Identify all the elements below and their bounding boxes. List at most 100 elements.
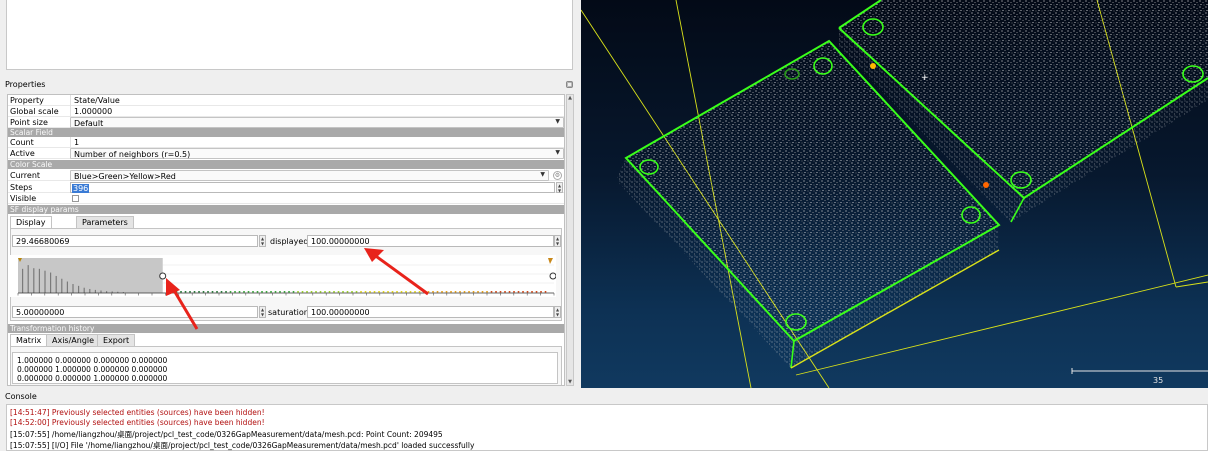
point-size-select[interactable]: Default ▼ [70,117,564,128]
displayed-input[interactable]: 100.00000000 [307,235,554,247]
scroll-down-icon[interactable]: ▼ [567,379,573,385]
matrix-row: 0.000000 1.000000 0.000000 0.000000 [17,365,168,374]
properties-title: Properties [5,80,46,89]
section-sf-display: SF display params [8,205,564,214]
active-sf-value: Number of neighbors (r=0.5) [74,150,191,159]
colorbar-dot [337,291,340,293]
visible-checkbox[interactable] [72,195,79,202]
colorbar-dot [328,291,331,293]
colorbar-dot [198,291,200,293]
max-marker-icon[interactable] [548,258,553,264]
table-row: Point size Default ▼ [8,117,564,128]
histogram-bar [66,281,68,293]
colorbar-dot [229,291,232,293]
colorbar-dot [189,291,191,293]
sf-histogram[interactable] [10,255,556,297]
colorbar-dot [175,291,178,293]
colorbar-dot [351,291,353,293]
log-line: [14:51:47] Previously selected entities … [10,408,265,417]
colorbar-dot [306,291,308,293]
chevron-down-icon: ▼ [555,149,560,156]
colorbar-dot [234,291,236,293]
scroll-up-icon[interactable]: ▲ [567,95,573,101]
colorbar-dot [288,291,290,293]
log-line: [14:52:00] Previously selected entities … [10,418,265,427]
histogram-bar [72,284,74,293]
scale-bar [1071,368,1208,374]
steps-spinner[interactable]: ▲ ▼ [556,182,563,193]
color-scale-select[interactable]: Blue>Green>Yellow>Red ▼ [70,170,549,181]
colorbar-dot [418,291,421,293]
colorbar-dot [180,291,182,293]
histogram-bar [89,288,91,293]
histogram-bar [33,268,35,293]
tab-matrix[interactable]: Matrix [10,334,48,346]
colorbar-dot [477,291,479,293]
active-sf-select[interactable]: Number of neighbors (r=0.5) ▼ [70,148,564,159]
steps-value: 396 [72,184,90,193]
range-min-input[interactable]: 29.46680069 [12,235,258,247]
colorbar-dot [436,291,439,293]
global-scale-value[interactable]: 1.000000 [70,106,564,117]
console-title: Console [5,392,37,401]
histogram-bar [61,278,63,293]
colorbar-dot [499,291,502,293]
colorbar-dot [193,291,196,293]
table-header: Property State/Value [8,95,564,106]
table-row: Active Number of neighbors (r=0.5) ▼ [8,148,564,159]
matrix-text: 1.000000 0.000000 0.000000 0.000000 0.00… [12,352,558,384]
colorbar-dot [396,291,398,293]
db-tree[interactable] [6,0,573,70]
colorbar-dot [166,291,169,293]
colorbar-dot [319,291,322,293]
colorbar-dot [207,291,209,293]
visible-label: Visible [10,194,37,203]
colorbar-dot [526,291,529,293]
colorbar-dot [369,291,371,293]
colorbar-dot [265,291,268,293]
colorbar-dot [283,291,286,293]
3d-view[interactable]: 35 + [581,0,1208,388]
histogram-bar [38,268,40,293]
hotspot [870,63,876,69]
table-row: Visible [8,193,564,204]
range-min-spinner[interactable]: ▲ ▼ [259,235,266,247]
histogram-bar [55,275,57,293]
colorbar-dot [432,291,434,293]
range-handle[interactable] [159,272,167,280]
tab-export[interactable]: Export [97,334,136,346]
colorbar-dot [454,291,457,293]
colorbar-dot [508,291,511,293]
table-row: Steps 396 ▲ ▼ [8,182,564,193]
tab-parameters[interactable]: Parameters [76,216,134,228]
gear-icon[interactable]: ⚙ [553,171,562,180]
displayed-spinner[interactable]: ▲ ▼ [554,235,561,247]
colorbar-dot [423,291,425,293]
colorbar-dot [270,291,272,293]
saturation-min-input[interactable]: 5.00000000 [12,306,258,318]
table-row: Current Blue>Green>Yellow>Red ▼ ⚙ [8,170,564,181]
colorbar-dot [261,291,263,293]
chevron-down-icon: ▼ [555,118,560,125]
colorbar-dot [252,291,254,293]
saturation-spinner[interactable]: ▲ ▼ [554,306,561,318]
colorbar-dot [495,291,497,293]
console-log[interactable]: [14:51:47] Previously selected entities … [6,404,1208,451]
colorbar-dot [522,291,524,293]
colorbar-dot [247,291,250,293]
steps-input[interactable]: 396 [70,182,555,193]
colorbar-dot [324,291,326,293]
tab-axis-angle[interactable]: Axis/Angle [46,334,101,346]
histogram-bar [50,272,52,293]
properties-scrollbar[interactable]: ▲ ▼ [566,94,574,386]
colorbar-dot [292,291,295,293]
saturation-input[interactable]: 100.00000000 [307,306,554,318]
colorbar-dot [531,291,533,293]
histogram-bar [94,289,96,293]
colorbar-dot [216,291,218,293]
saturation-min-spinner[interactable]: ▲ ▼ [259,306,266,318]
colorbar-dot [333,291,335,293]
point-cloud-render[interactable]: 35 + [581,0,1208,388]
tab-display-ranges[interactable]: Display ranges [10,216,52,236]
float-icon[interactable]: ▢ [566,81,573,88]
